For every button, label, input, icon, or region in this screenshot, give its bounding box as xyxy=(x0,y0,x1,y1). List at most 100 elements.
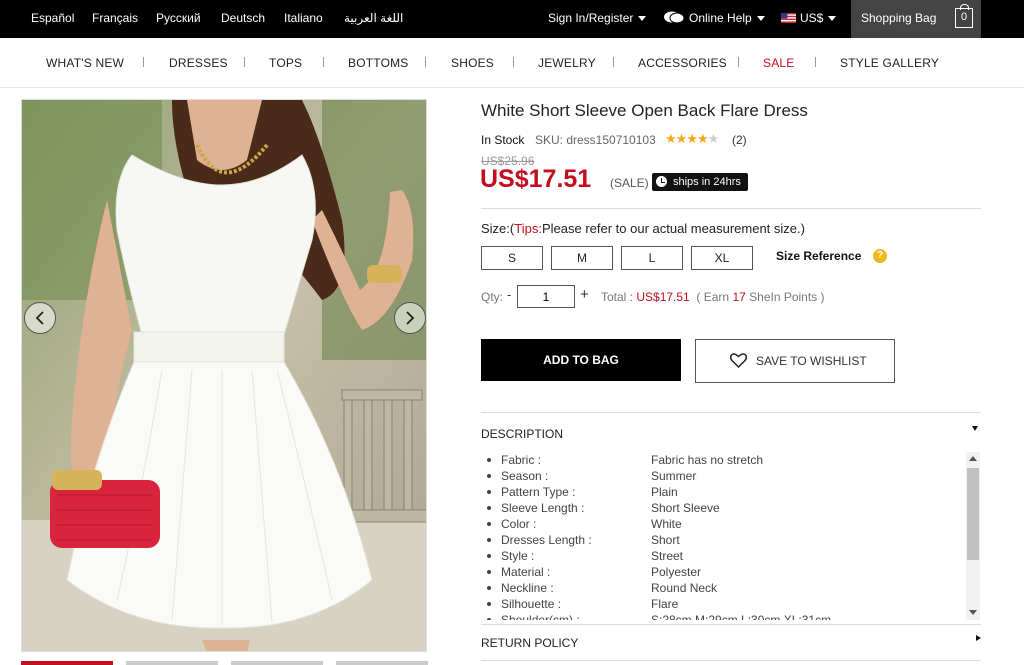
earn-points: 17 xyxy=(732,290,746,304)
total-value: US$17.51 xyxy=(636,290,690,304)
review-count-link[interactable]: (2) xyxy=(732,133,747,147)
qty-decrement-button[interactable]: - xyxy=(507,287,511,302)
nav-divider xyxy=(815,57,816,67)
chevron-right-icon[interactable] xyxy=(976,635,981,641)
bullet xyxy=(487,602,491,606)
shopping-bag-button[interactable]: Shopping Bag 0 xyxy=(851,0,981,38)
nav-tops[interactable]: TOPS xyxy=(269,56,302,70)
nav-divider xyxy=(143,57,144,67)
bullet xyxy=(487,522,491,526)
qty-increment-button[interactable]: + xyxy=(580,286,589,303)
size-reference-link[interactable]: Size Reference xyxy=(776,249,861,263)
size-option-m[interactable]: M xyxy=(551,246,613,270)
bag-icon: 0 xyxy=(955,4,973,28)
nav-accessories[interactable]: ACCESSORIES xyxy=(638,56,727,70)
description-row: Dresses Length : Short xyxy=(481,532,961,548)
description-key: Material : xyxy=(501,565,551,579)
language-link-francais[interactable]: Français xyxy=(92,11,138,25)
sign-in-register-menu[interactable]: Sign In/Register xyxy=(548,11,647,25)
thumbnail[interactable] xyxy=(126,661,218,665)
scroll-down-arrow[interactable] xyxy=(969,610,977,615)
description-row: Pattern Type : Plain xyxy=(481,484,961,500)
bullet xyxy=(487,506,491,510)
nav-jewelry[interactable]: JEWELRY xyxy=(538,56,596,70)
divider xyxy=(481,208,981,209)
description-key: Neckline : xyxy=(501,581,554,595)
next-image-button[interactable] xyxy=(394,302,426,334)
bullet xyxy=(487,586,491,590)
description-list: Fabric : Fabric has no stretch Season : Sum… xyxy=(481,452,981,620)
description-key: Dresses Length : xyxy=(501,533,592,547)
product-title: White Short Sleeve Open Back Flare Dress xyxy=(481,101,808,120)
bullet xyxy=(487,538,491,542)
description-key: Color : xyxy=(501,517,537,531)
chat-bubble-icon xyxy=(664,11,685,24)
description-row: Color : White xyxy=(481,516,961,532)
main-nav: WHAT'S NEW DRESSES TOPS BOTTOMS SHOES JE… xyxy=(0,38,1024,88)
bullet xyxy=(487,474,491,478)
language-link-deutsch[interactable]: Deutsch xyxy=(221,11,265,25)
description-row: Style : Street xyxy=(481,548,961,564)
earn-suffix: SheIn Points ) xyxy=(749,290,825,304)
description-scrollbar[interactable] xyxy=(966,452,980,620)
thumbnail[interactable] xyxy=(231,661,323,665)
top-bar: Español Français Русский Deutsch Italian… xyxy=(0,0,1024,38)
currency-label: US$ xyxy=(800,11,824,25)
return-policy-toggle[interactable]: RETURN POLICY xyxy=(481,636,578,650)
divider xyxy=(481,624,981,625)
tips-label: Tips: xyxy=(514,221,542,236)
description-row: Season : Summer xyxy=(481,468,961,484)
star-icon: ★ xyxy=(707,131,720,146)
thumbnail-active[interactable] xyxy=(21,661,113,665)
bullet xyxy=(487,570,491,574)
scroll-up-arrow[interactable] xyxy=(969,456,977,461)
size-option-xl[interactable]: XL xyxy=(691,246,753,270)
nav-bottoms[interactable]: BOTTOMS xyxy=(348,56,409,70)
help-icon[interactable]: ? xyxy=(873,249,887,263)
nav-shoes[interactable]: SHOES xyxy=(451,56,494,70)
thumbnail[interactable] xyxy=(336,661,428,665)
description-value: Polyester xyxy=(651,565,702,579)
total-line: Total : US$17.51 ( Earn 17 SheIn Points … xyxy=(601,290,825,304)
us-flag-icon xyxy=(781,13,796,23)
divider xyxy=(481,412,981,413)
description-row: Shoulder(cm) : S:28cm M:29cm L:30cm XL:31… xyxy=(481,612,961,620)
online-help-menu[interactable]: Online Help xyxy=(663,11,765,25)
star-icon: ★ xyxy=(686,131,698,146)
scroll-thumb[interactable] xyxy=(967,468,979,560)
earn-prefix: ( Earn xyxy=(696,290,730,304)
save-to-wishlist-label: SAVE TO WISHLIST xyxy=(756,354,867,368)
total-label: Total : xyxy=(601,290,634,304)
chevron-down-icon[interactable] xyxy=(972,426,978,431)
language-link-arabic[interactable]: اللغة العربية xyxy=(344,11,403,25)
description-toggle[interactable]: DESCRIPTION xyxy=(481,427,563,441)
save-to-wishlist-button[interactable]: SAVE TO WISHLIST xyxy=(695,339,895,383)
product-image xyxy=(21,99,427,652)
language-link-espanol[interactable]: Español xyxy=(31,11,74,25)
qty-input[interactable] xyxy=(517,285,575,308)
add-to-bag-button[interactable]: ADD TO BAG xyxy=(481,339,681,381)
language-link-italiano[interactable]: Italiano xyxy=(284,11,323,25)
description-row: Material : Polyester xyxy=(481,564,961,580)
language-link-russian[interactable]: Русский xyxy=(156,11,201,25)
description-value: Flare xyxy=(651,597,679,611)
nav-dresses[interactable]: DRESSES xyxy=(169,56,228,70)
heart-icon xyxy=(730,353,747,368)
nav-divider xyxy=(738,57,739,67)
size-option-s[interactable]: S xyxy=(481,246,543,270)
nav-style-gallery[interactable]: STYLE GALLERY xyxy=(840,56,939,70)
currency-menu[interactable]: US$ xyxy=(781,11,837,25)
prev-image-button[interactable] xyxy=(24,302,56,334)
sale-price: US$17.51 xyxy=(480,165,592,193)
ships-badge: ships in 24hrs xyxy=(652,173,748,191)
nav-whats-new[interactable]: WHAT'S NEW xyxy=(46,56,124,70)
nav-sale[interactable]: SALE xyxy=(763,56,795,70)
return-policy-heading: RETURN POLICY xyxy=(481,636,579,650)
sale-tag: (SALE) xyxy=(610,176,649,190)
size-heading: Size:(Tips:Please refer to our actual me… xyxy=(481,221,805,236)
description-value: White xyxy=(651,517,682,531)
description-row: Silhouette : Flare xyxy=(481,596,961,612)
bullet xyxy=(487,458,491,462)
qty-label: Qty: xyxy=(481,290,504,304)
size-option-l[interactable]: L xyxy=(621,246,683,270)
